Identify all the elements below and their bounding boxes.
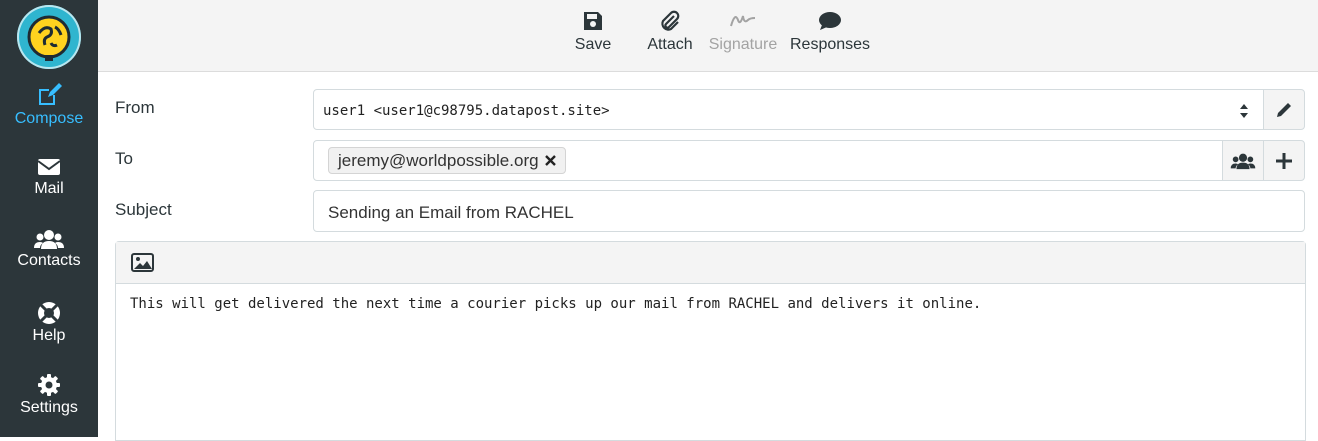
nav-contacts[interactable]: Contacts [0,228,98,270]
signature-button[interactable]: Signature [707,10,779,54]
gear-icon [38,374,60,396]
to-input[interactable]: jeremy@worldpossible.org [313,140,1223,181]
users-icon [1230,153,1256,169]
to-label: To [115,149,133,168]
add-contact-button[interactable] [1222,140,1264,181]
recipient-address: jeremy@worldpossible.org [338,150,539,170]
compose-toolbar: Save Attach Signature Responses [98,0,1318,72]
nav-mail[interactable]: Mail [0,156,98,198]
add-header-button[interactable] [1263,140,1305,181]
save-label: Save [574,36,612,53]
attach-label: Attach [647,36,693,53]
signature-label: Signature [708,36,778,53]
responses-button[interactable]: Responses [790,10,870,54]
message-editor: This will get delivered the next time a … [115,241,1306,441]
paperclip-icon [661,10,680,31]
compose-icon [39,83,62,105]
life-ring-icon [38,302,60,324]
comment-icon [819,12,841,30]
save-icon [584,12,602,30]
from-value: user1 <user1@c98795.datapost.site> [323,103,610,119]
nav-settings[interactable]: Settings [0,373,98,417]
envelope-icon [37,159,61,175]
pencil-icon [1277,102,1291,117]
image-icon[interactable] [131,253,154,272]
sidebar: Compose Mail Contacts Help Settings [0,0,98,437]
edit-identity-button[interactable] [1263,89,1305,130]
from-select[interactable]: user1 <user1@c98795.datapost.site> [313,89,1264,130]
subject-input[interactable]: Sending an Email from RACHEL [313,190,1305,232]
plus-icon [1276,152,1292,169]
globe-logo-icon [27,15,71,61]
attach-button[interactable]: Attach [645,10,695,54]
nav-mail-label: Mail [34,180,64,197]
save-button[interactable]: Save [573,10,613,54]
responses-label: Responses [790,36,871,53]
app-logo[interactable] [17,5,81,69]
subject-value: Sending an Email from RACHEL [328,203,574,222]
recipient-chip[interactable]: jeremy@worldpossible.org [328,147,566,174]
nav-settings-label: Settings [20,399,78,416]
nav-compose[interactable]: Compose [0,82,98,128]
nav-help-label: Help [32,327,66,344]
signature-icon [730,15,756,27]
nav-compose-label: Compose [14,110,84,127]
from-label: From [115,98,155,117]
subject-label: Subject [115,200,172,219]
remove-recipient-icon[interactable] [544,155,556,166]
message-body[interactable]: This will get delivered the next time a … [116,284,1305,324]
editor-toolbar [116,242,1305,284]
select-arrows-icon [1240,104,1248,118]
users-icon [34,230,64,249]
nav-help[interactable]: Help [0,301,98,345]
nav-contacts-label: Contacts [17,252,81,269]
